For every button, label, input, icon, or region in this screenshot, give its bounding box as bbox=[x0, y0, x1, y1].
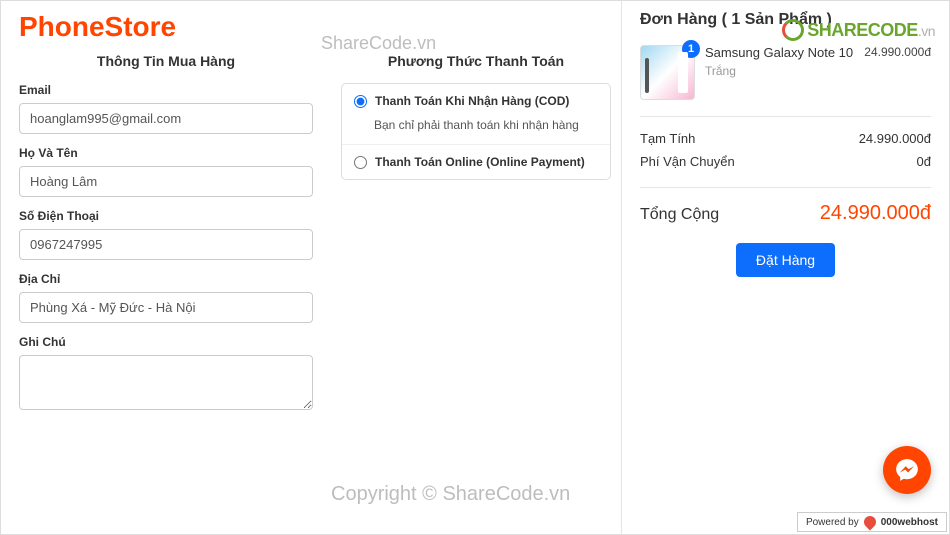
payment-option-cod[interactable]: Thanh Toán Khi Nhận Hàng (COD) bbox=[342, 84, 610, 118]
sharecode-suffix: .vn bbox=[918, 23, 935, 39]
payment-options: Thanh Toán Khi Nhận Hàng (COD) Bạn chỉ p… bbox=[341, 83, 611, 180]
sharecode-text-2: CODE bbox=[868, 20, 918, 40]
brand-logo: PhoneStore bbox=[19, 11, 313, 43]
quantity-badge: 1 bbox=[682, 40, 700, 58]
note-label: Ghi Chú bbox=[19, 335, 313, 349]
sharecode-text-1: SHARE bbox=[807, 20, 868, 40]
payment-online-label: Thanh Toán Online (Online Payment) bbox=[375, 155, 585, 169]
phone-label: Số Điện Thoại bbox=[19, 209, 313, 223]
sharecode-logo: SHARECODE.vn bbox=[782, 19, 935, 41]
messenger-icon bbox=[894, 457, 920, 483]
product-variant: Trắng bbox=[705, 64, 931, 78]
payment-method-heading: Phương Thức Thanh Toán bbox=[341, 53, 611, 69]
subtotal-value: 24.990.000đ bbox=[859, 131, 931, 146]
order-item: 1 Samsung Galaxy Note 10 24.990.000đ Trắ… bbox=[640, 45, 931, 117]
address-label: Địa Chỉ bbox=[19, 272, 313, 286]
note-field[interactable] bbox=[19, 355, 313, 410]
flame-icon bbox=[861, 514, 878, 531]
payment-radio-cod[interactable] bbox=[354, 95, 367, 108]
shipping-value: 0đ bbox=[917, 154, 931, 169]
powered-by-host: 000webhost bbox=[881, 517, 938, 528]
payment-cod-desc: Bạn chỉ phải thanh toán khi nhận hàng bbox=[342, 118, 610, 145]
powered-by-badge[interactable]: Powered by 000webhost bbox=[797, 512, 947, 532]
payment-radio-online[interactable] bbox=[354, 156, 367, 169]
email-label: Email bbox=[19, 83, 313, 97]
payment-option-online[interactable]: Thanh Toán Online (Online Payment) bbox=[342, 145, 610, 179]
powered-by-prefix: Powered by bbox=[806, 517, 859, 528]
name-field[interactable] bbox=[19, 166, 313, 197]
product-name: Samsung Galaxy Note 10 bbox=[705, 45, 853, 62]
address-field[interactable] bbox=[19, 292, 313, 323]
name-label: Họ Và Tên bbox=[19, 146, 313, 160]
sharecode-swirl-icon bbox=[782, 19, 804, 41]
subtotal-label: Tạm Tính bbox=[640, 131, 695, 146]
place-order-button[interactable]: Đặt Hàng bbox=[736, 243, 835, 277]
phone-field[interactable] bbox=[19, 229, 313, 260]
chat-button[interactable] bbox=[883, 446, 931, 494]
shipping-label: Phí Vận Chuyển bbox=[640, 154, 735, 169]
product-price: 24.990.000đ bbox=[864, 45, 931, 62]
total-value: 24.990.000đ bbox=[820, 202, 931, 225]
customer-info-heading: Thông Tin Mua Hàng bbox=[19, 53, 313, 69]
total-label: Tổng Cộng bbox=[640, 206, 719, 224]
product-thumbnail: 1 bbox=[640, 45, 695, 100]
email-field[interactable] bbox=[19, 103, 313, 134]
payment-cod-label: Thanh Toán Khi Nhận Hàng (COD) bbox=[375, 94, 569, 108]
